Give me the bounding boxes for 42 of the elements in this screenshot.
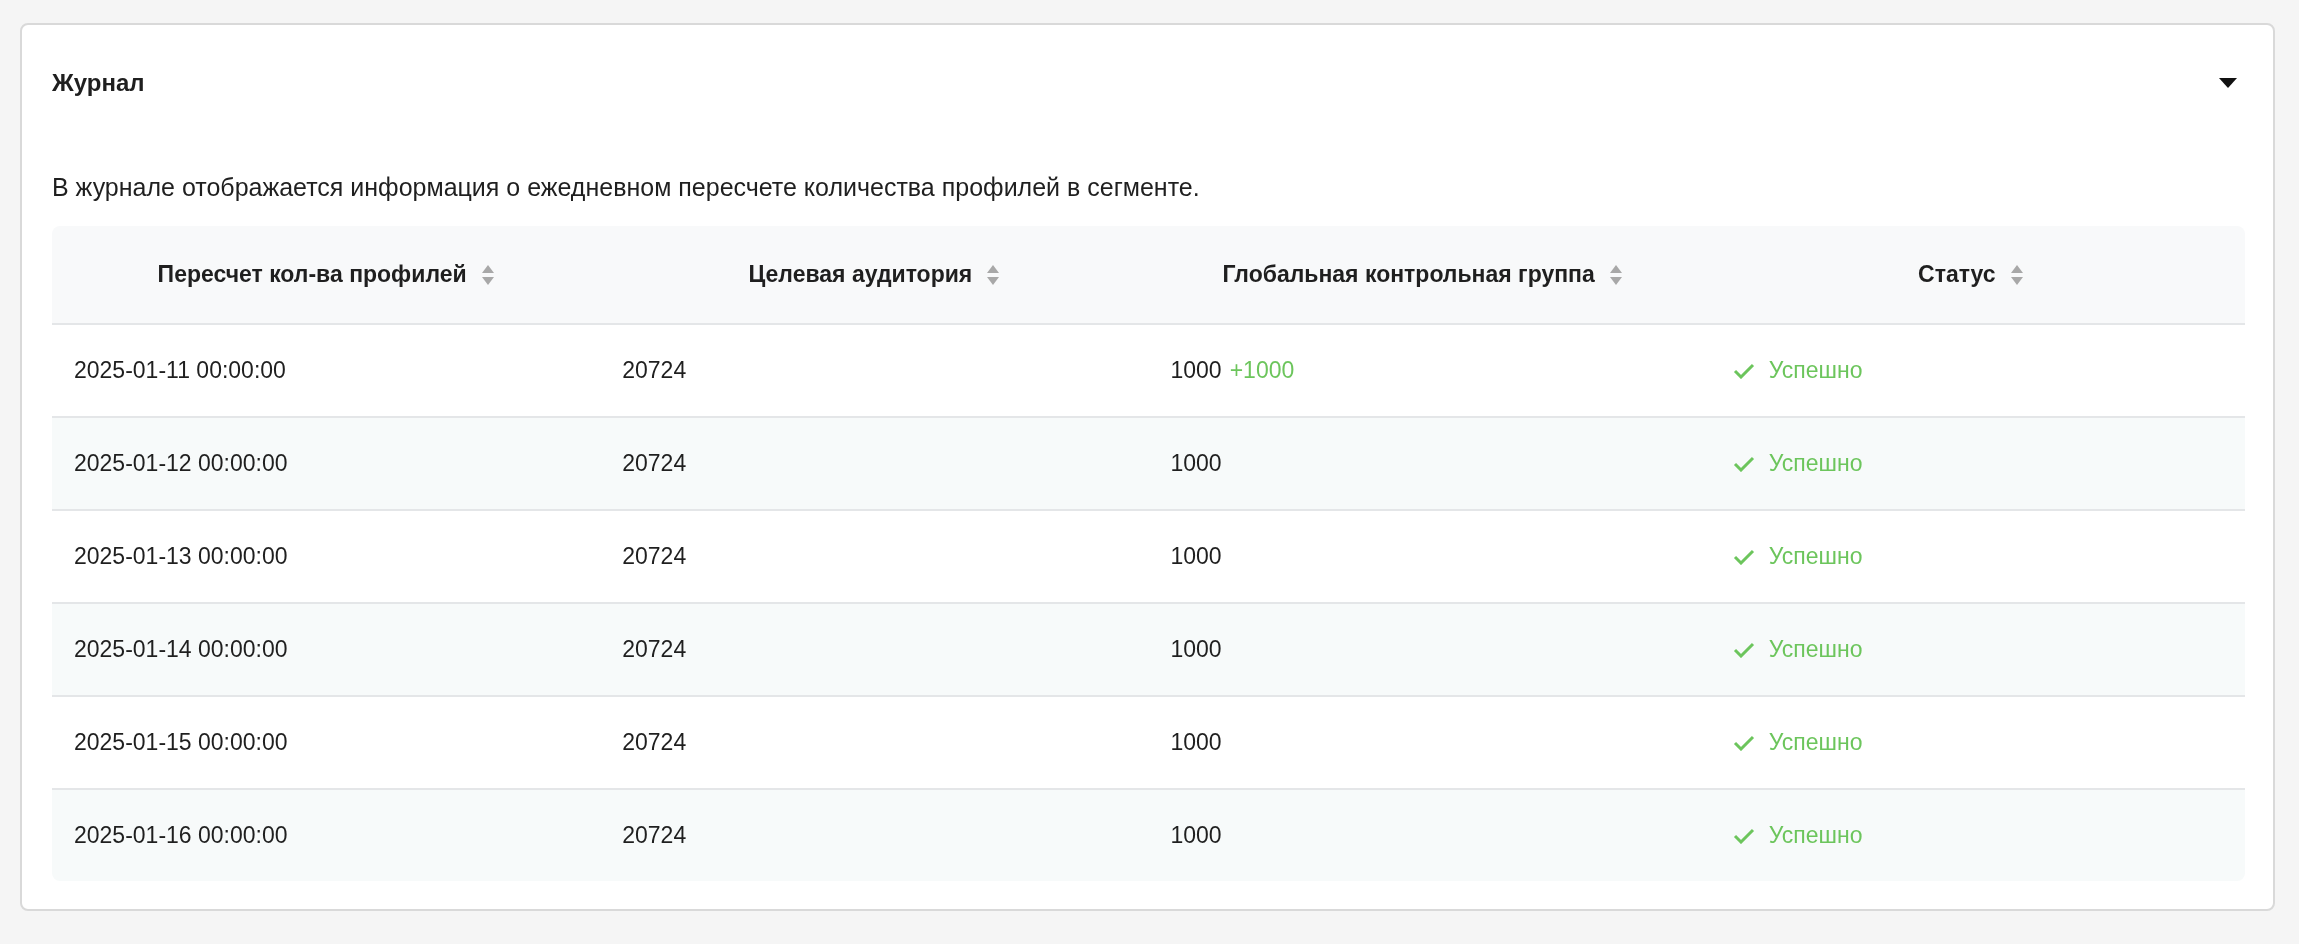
sort-icon[interactable] (2009, 263, 2024, 286)
column-header[interactable]: Пересчет кол-ва профилей (157, 261, 467, 288)
audience-cell: 20724 (622, 357, 687, 384)
sort-icon[interactable] (986, 263, 1001, 286)
panel-title: Журнал (52, 69, 145, 97)
check-icon (1732, 827, 1755, 844)
caret-down-icon (2219, 78, 2237, 88)
column-header[interactable]: Глобальная контрольная группа (1222, 261, 1595, 288)
delta-value: +1000 (1229, 357, 1295, 384)
check-icon (1732, 455, 1755, 472)
audience-cell: 20724 (622, 822, 687, 849)
sort-icon[interactable] (480, 263, 495, 286)
status-text: Успешно (1768, 543, 1863, 570)
status-text: Успешно (1768, 357, 1863, 384)
status-text: Успешно (1768, 450, 1863, 477)
column-header[interactable]: Статус (1918, 261, 1996, 288)
date-cell: 2025-01-12 00:00:00 (74, 450, 288, 477)
column-header[interactable]: Целевая аудитория (748, 261, 973, 288)
status-text: Успешно (1768, 822, 1863, 849)
control-group-cell: 1000 (1170, 543, 1222, 570)
status-text: Успешно (1768, 636, 1863, 663)
check-icon (1732, 734, 1755, 751)
date-cell: 2025-01-11 00:00:00 (74, 357, 286, 384)
date-cell: 2025-01-13 00:00:00 (74, 543, 288, 570)
date-cell: 2025-01-16 00:00:00 (74, 822, 288, 849)
check-icon (1732, 362, 1755, 379)
check-icon (1732, 548, 1755, 565)
audience-cell: 20724 (622, 636, 687, 663)
sort-icon[interactable] (1608, 263, 1623, 286)
check-icon (1732, 641, 1755, 658)
status-text: Успешно (1768, 729, 1863, 756)
date-cell: 2025-01-14 00:00:00 (74, 636, 288, 663)
audience-cell: 20724 (622, 450, 687, 477)
control-group-cell: 1000 (1170, 357, 1222, 384)
audience-cell: 20724 (622, 729, 687, 756)
control-group-cell: 1000 (1170, 729, 1222, 756)
control-group-cell: 1000 (1170, 822, 1222, 849)
control-group-cell: 1000 (1170, 450, 1222, 477)
panel-description: В журнале отображается информация о ежедневном пересчете количества профилей в сегменте. (52, 173, 1201, 202)
control-group-cell: 1000 (1170, 636, 1222, 663)
date-cell: 2025-01-15 00:00:00 (74, 729, 288, 756)
audience-cell: 20724 (622, 543, 687, 570)
